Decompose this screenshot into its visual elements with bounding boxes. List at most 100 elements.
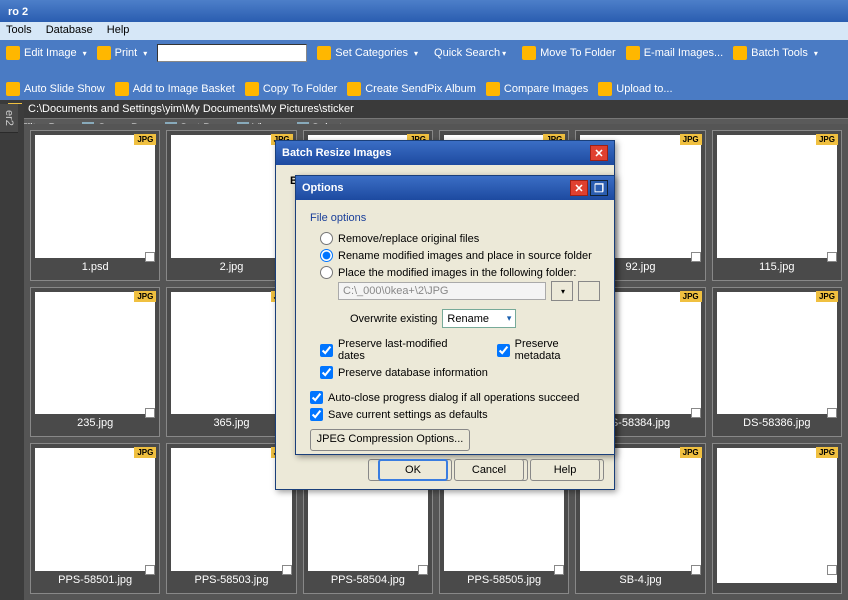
format-badge: JPG (134, 447, 156, 458)
thumbnail[interactable]: JPG 235.jpg (30, 287, 160, 438)
move-to-folder-button[interactable]: Move To Folder (522, 46, 616, 60)
basket-icon (115, 82, 129, 96)
menu-help[interactable]: Help (107, 24, 130, 38)
destination-folder-field (338, 282, 546, 300)
thumb-checkbox[interactable] (145, 252, 155, 262)
options-dialog-titlebar[interactable]: Options ✕ ❐ (296, 176, 614, 200)
set-categories-button[interactable]: Set Categories (317, 46, 418, 60)
window-titlebar: ro 2 (0, 0, 848, 22)
category-icon (317, 46, 331, 60)
browse-folder-button[interactable] (578, 281, 600, 301)
jpeg-compression-button[interactable]: JPEG Compression Options... (310, 429, 470, 451)
menu-database[interactable]: Database (46, 24, 93, 38)
thumbnail[interactable]: JPG 115.jpg (712, 130, 842, 281)
thumb-caption: 1.psd (82, 258, 109, 276)
thumbnail[interactable]: JPG (712, 443, 842, 594)
thumb-caption: PPS-58501.jpg (58, 571, 132, 589)
slideshow-icon (6, 82, 20, 96)
radio-place-in-folder[interactable]: Place the modified images in the followi… (310, 264, 600, 281)
thumb-caption: PPS-58503.jpg (194, 571, 268, 589)
thumb-caption: 2.jpg (220, 258, 244, 276)
format-badge: JPG (680, 447, 702, 458)
thumb-caption: 115.jpg (759, 258, 794, 276)
thumb-checkbox[interactable] (691, 565, 701, 575)
thumbnail[interactable]: JPG PPS-58501.jpg (30, 443, 160, 594)
thumb-image (717, 292, 837, 415)
check-preserve-dates[interactable]: Preserve last-modified dates (310, 336, 467, 364)
print-icon (97, 46, 111, 60)
thumb-checkbox[interactable] (418, 565, 428, 575)
thumbnail[interactable]: JPG DS-58386.jpg (712, 287, 842, 438)
options-ok-button[interactable]: OK (378, 459, 448, 481)
thumb-caption: 365.jpg (213, 414, 249, 432)
thumb-image (35, 135, 155, 258)
format-badge: JPG (816, 134, 838, 145)
sidebar-tab[interactable]: er2 (0, 104, 18, 133)
compare-icon (486, 82, 500, 96)
batch-tools-button[interactable]: Batch Tools (733, 46, 818, 60)
batch-close-button[interactable]: ✕ (590, 145, 608, 161)
thumb-image (171, 135, 291, 258)
edit-image-button[interactable]: Edit Image (6, 46, 87, 60)
check-save-defaults[interactable]: Save current settings as defaults (310, 406, 600, 423)
compare-images-button[interactable]: Compare Images (486, 82, 588, 96)
quick-search-link[interactable]: Quick Search (428, 45, 512, 61)
thumbnail[interactable]: JPG 1.psd (30, 130, 160, 281)
thumb-checkbox[interactable] (827, 565, 837, 575)
options-help-button[interactable]: Help (530, 459, 600, 481)
thumb-image (171, 292, 291, 415)
format-badge: JPG (816, 447, 838, 458)
email-icon (626, 46, 640, 60)
auto-slideshow-button[interactable]: Auto Slide Show (6, 82, 105, 96)
thumb-image (717, 135, 837, 258)
sendpix-icon (347, 82, 361, 96)
thumb-caption: 235.jpg (77, 414, 113, 432)
check-auto-close[interactable]: Auto-close progress dialog if all operat… (310, 389, 600, 406)
overwrite-select[interactable]: Rename (442, 309, 516, 328)
app-title: ro 2 (8, 6, 28, 18)
check-preserve-metadata[interactable]: Preserve metadata (487, 336, 600, 364)
options-maximize-button[interactable]: ❐ (590, 180, 608, 196)
copy-to-folder-button[interactable]: Copy To Folder (245, 82, 337, 96)
category-combo[interactable] (157, 44, 307, 62)
thumb-checkbox[interactable] (827, 252, 837, 262)
thumb-checkbox[interactable] (145, 565, 155, 575)
thumb-caption: PPS-58504.jpg (331, 571, 405, 589)
upload-to-button[interactable]: Upload to... (598, 82, 672, 96)
menu-tools[interactable]: Tools (6, 24, 32, 38)
thumb-image (35, 448, 155, 571)
options-dialog-title: Options (302, 182, 344, 194)
options-close-button[interactable]: ✕ (570, 180, 588, 196)
folder-history-button[interactable] (551, 281, 573, 301)
thumb-checkbox[interactable] (691, 408, 701, 418)
copy-icon (245, 82, 259, 96)
thumb-checkbox[interactable] (691, 252, 701, 262)
thumb-checkbox[interactable] (282, 565, 292, 575)
format-badge: JPG (680, 291, 702, 302)
overwrite-label: Overwrite existing (350, 313, 437, 325)
check-preserve-db[interactable]: Preserve database information (310, 364, 600, 381)
edit-icon (6, 46, 20, 60)
radio-rename-in-source[interactable]: Rename modified images and place in sour… (310, 247, 600, 264)
thumb-checkbox[interactable] (145, 408, 155, 418)
folder-move-icon (522, 46, 536, 60)
path-bar: C:\Documents and Settings\yim\My Documen… (0, 100, 848, 118)
path-text: C:\Documents and Settings\yim\My Documen… (28, 103, 354, 115)
thumb-checkbox[interactable] (827, 408, 837, 418)
radio-remove-replace[interactable]: Remove/replace original files (310, 230, 600, 247)
thumb-caption: S-58384.jpg (611, 414, 670, 432)
email-images-button[interactable]: E-mail Images... (626, 46, 723, 60)
add-to-basket-button[interactable]: Add to Image Basket (115, 82, 235, 96)
thumb-checkbox[interactable] (554, 565, 564, 575)
create-sendpix-button[interactable]: Create SendPix Album (347, 82, 476, 96)
print-button[interactable]: Print (97, 46, 148, 60)
batch-dialog-titlebar[interactable]: Batch Resize Images ✕ (276, 141, 614, 165)
format-badge: JPG (816, 291, 838, 302)
options-cancel-button[interactable]: Cancel (454, 459, 524, 481)
options-dialog: Options ✕ ❐ File options Remove/replace … (295, 175, 615, 455)
format-badge: JPG (134, 134, 156, 145)
left-sidebar: er2 (0, 104, 24, 600)
thumb-image (35, 292, 155, 415)
batch-icon (733, 46, 747, 60)
menu-bar: Tools Database Help (0, 22, 848, 40)
